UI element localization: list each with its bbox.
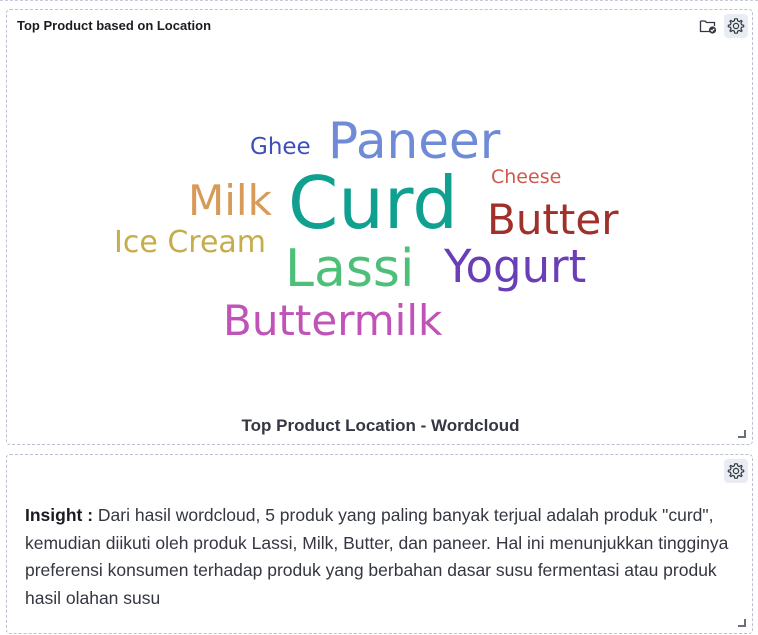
panel-actions — [724, 459, 748, 483]
word-yogurt[interactable]: Yogurt — [444, 244, 586, 289]
resize-handle[interactable] — [738, 430, 746, 438]
wordcloud: Curd Paneer Lassi Yogurt Butter Milk But… — [7, 10, 754, 446]
word-cheese[interactable]: Cheese — [491, 168, 561, 187]
insight-body: Dari hasil wordcloud, 5 produk yang pali… — [25, 505, 729, 608]
dashboard-page: Top Product based on Location Curd Panee… — [0, 0, 758, 635]
wordcloud-panel: Top Product based on Location Curd Panee… — [6, 9, 753, 445]
resize-handle[interactable] — [738, 619, 746, 627]
word-curd[interactable]: Curd — [288, 167, 458, 239]
word-milk[interactable]: Milk — [188, 180, 272, 222]
gear-icon[interactable] — [724, 459, 748, 483]
word-icecream[interactable]: Ice Cream — [114, 228, 266, 258]
insight-text: Insight : Dari hasil wordcloud, 5 produk… — [25, 502, 737, 612]
top-divider — [0, 0, 758, 2]
word-butter[interactable]: Butter — [487, 199, 618, 241]
word-ghee[interactable]: Ghee — [250, 136, 311, 159]
word-lassi[interactable]: Lassi — [285, 243, 414, 295]
insight-label: Insight : — [25, 505, 94, 525]
word-buttermilk[interactable]: Buttermilk — [223, 300, 442, 342]
wordcloud-caption: Top Product Location - Wordcloud — [241, 416, 520, 435]
insight-panel: Insight : Dari hasil wordcloud, 5 produk… — [6, 454, 753, 634]
word-paneer[interactable]: Paneer — [328, 116, 500, 166]
